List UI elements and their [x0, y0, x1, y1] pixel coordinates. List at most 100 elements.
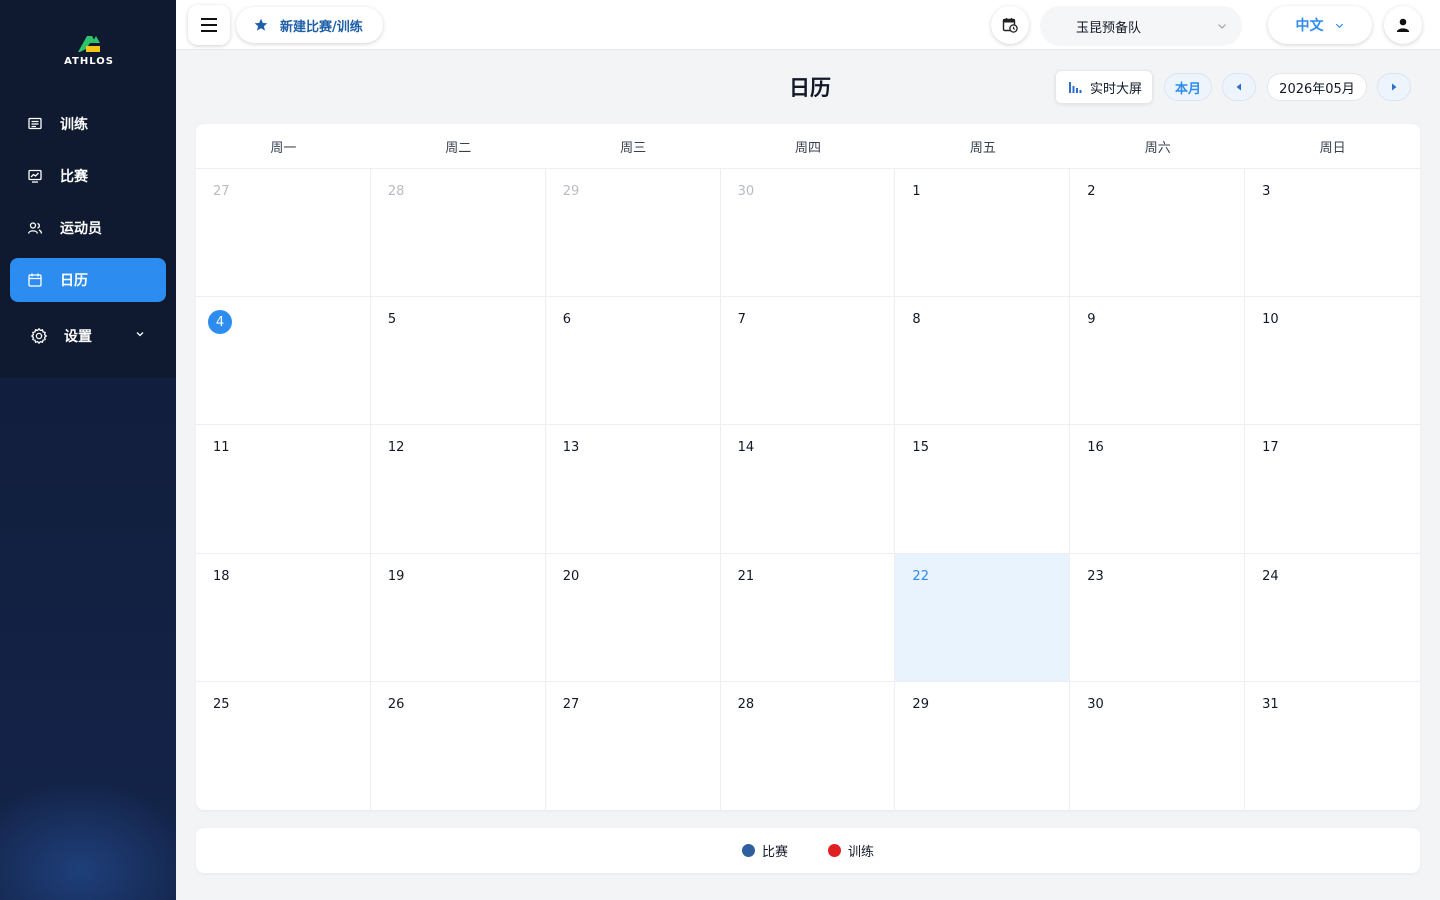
calendar-day[interactable]: 22 [895, 553, 1071, 682]
calendar-day[interactable]: 25 [196, 681, 371, 810]
user-icon [1396, 18, 1410, 32]
weekday-label: 周六 [1144, 141, 1171, 156]
calendar-day[interactable]: 3 [1245, 169, 1420, 298]
next-month-button[interactable] [1377, 73, 1411, 101]
this-month-button[interactable]: 本月 [1164, 73, 1212, 101]
bar-chart-icon [1068, 80, 1082, 94]
weekday-header: 周一 周二 周三 周四 周五 周六 周日 [196, 124, 1420, 169]
calendar-day[interactable]: 7 [720, 297, 896, 426]
calendar-day[interactable]: 31 [1245, 682, 1420, 810]
day-number: 2 [1087, 184, 1096, 199]
sidebar-item-calendar[interactable]: 日历 [10, 258, 166, 302]
calendar-day[interactable]: 17 [1245, 425, 1420, 554]
calendar-day[interactable]: 27 [196, 169, 371, 298]
calendar-day[interactable]: 2 [1070, 169, 1246, 298]
athlos-logo[interactable]: ATHLOS [56, 32, 122, 68]
sidebar-item-label: 比赛 [60, 169, 88, 185]
weekday-label: 周一 [270, 141, 297, 156]
sidebar-item-label: 训练 [60, 117, 88, 133]
calendar-day[interactable]: 6 [545, 297, 721, 426]
day-number: 3 [1262, 184, 1271, 199]
day-number: 14 [737, 440, 755, 456]
day-number: 13 [562, 440, 580, 456]
topbar: 新建比赛/训练 玉昆预备队 中文 [176, 0, 1440, 50]
day-number: 27 [562, 696, 580, 712]
calendar-day[interactable]: 10 [1245, 297, 1420, 426]
weekday-label: 周二 [445, 141, 472, 156]
calendar-day[interactable]: 15 [895, 425, 1071, 554]
previous-month-button[interactable] [1222, 73, 1256, 101]
day-number: 9 [1087, 312, 1096, 328]
calendar-day[interactable]: 5 [370, 297, 546, 426]
calendar-day[interactable]: 12 [370, 425, 546, 554]
calendar-day[interactable]: 18 [196, 553, 371, 682]
day-number: 4 [208, 310, 232, 335]
hamburger-icon [201, 18, 217, 32]
calendar-day[interactable]: 27 [546, 681, 721, 810]
day-number: 16 [1087, 440, 1104, 456]
calendar-day[interactable]: 29 [545, 169, 721, 298]
sidebar-item-settings[interactable]: 设置 [10, 314, 166, 358]
calendar-day[interactable]: 29 [895, 681, 1071, 810]
calendar-clock-icon [1002, 18, 1018, 33]
day-number: 5 [387, 312, 397, 328]
live-button-label: 实时大屏 [1090, 81, 1143, 97]
calendar-day[interactable]: 14 [720, 425, 896, 554]
caret-left-icon [1236, 83, 1241, 91]
day-number: 24 [1262, 568, 1279, 584]
new-match-training-button[interactable]: 新建比赛/训练 [236, 7, 383, 43]
calendar-day[interactable]: 9 [1070, 297, 1246, 426]
calendar-day[interactable]: 26 [371, 681, 546, 810]
legend-label: 训练 [848, 845, 875, 860]
team-select[interactable]: 玉昆预备队 [1040, 6, 1242, 46]
menu-toggle-button[interactable] [188, 5, 230, 45]
sidebar-item-label: 运动员 [60, 221, 102, 237]
calendar-day[interactable]: 13 [545, 425, 721, 554]
day-number: 18 [213, 568, 230, 584]
user-profile-button[interactable] [1384, 6, 1422, 44]
calendar-day[interactable]: 1 [895, 169, 1071, 298]
day-number: 15 [912, 440, 929, 456]
calendar-day[interactable]: 16 [1070, 425, 1246, 554]
calendar-day[interactable]: 21 [720, 553, 896, 682]
logo-text: ATHLOS [64, 56, 114, 67]
calendar-day[interactable]: 28 [370, 169, 546, 298]
athletes-icon [26, 219, 44, 237]
current-month-label: 2026年05月 [1267, 73, 1367, 101]
calendar-day[interactable]: 28 [721, 681, 896, 810]
calendar-day[interactable]: 30 [720, 169, 896, 298]
sidebar: ATHLOS 训练 比赛 运动员 日历 设置 [0, 0, 176, 900]
calendar-day[interactable]: 19 [370, 553, 546, 682]
chevron-down-icon [1334, 20, 1345, 31]
legend-item-training: 训练 [828, 841, 874, 860]
calendar-day-today[interactable]: 4 [196, 297, 371, 426]
calendar-icon [26, 271, 44, 289]
day-number: 23 [1087, 568, 1104, 584]
calendar-day[interactable]: 8 [895, 297, 1071, 426]
calendar-day[interactable]: 20 [545, 553, 721, 682]
live-dashboard-button[interactable]: 实时大屏 [1055, 70, 1153, 104]
day-number: 6 [562, 312, 571, 328]
day-number: 30 [737, 184, 755, 199]
day-number: 22 [912, 568, 929, 584]
language-select[interactable]: 中文 [1268, 6, 1372, 44]
calendar-grid: 27 28 29 30 1 2 3 4 5 6 7 8 9 10 11 12 13 14 15 16 17 18 19 20 2… [196, 169, 1420, 810]
sidebar-item-training[interactable]: 训练 [10, 102, 166, 146]
star-icon [254, 18, 268, 32]
calendar-day[interactable]: 24 [1245, 554, 1420, 682]
day-number: 11 [213, 440, 230, 456]
day-number: 29 [562, 184, 580, 199]
sidebar-item-athletes[interactable]: 运动员 [10, 206, 166, 250]
calendar-day[interactable]: 23 [1070, 553, 1246, 682]
calendar-day[interactable]: 30 [1070, 681, 1246, 810]
training-icon [26, 115, 44, 133]
sidebar-nav-panel: ATHLOS 训练 比赛 运动员 日历 设置 [0, 0, 176, 378]
month-calendar: 周一 周二 周三 周四 周五 周六 周日 27 28 29 30 1 2 3 4 5 6 7 8 9 10… [196, 124, 1420, 810]
schedule-button[interactable] [991, 6, 1029, 44]
day-number: 8 [912, 312, 921, 328]
legend-dot [741, 844, 755, 857]
day-number: 29 [912, 696, 929, 712]
sidebar-item-match[interactable]: 比赛 [10, 154, 166, 198]
team-select-value: 玉昆预备队 [1076, 20, 1142, 36]
calendar-day[interactable]: 11 [196, 425, 371, 554]
